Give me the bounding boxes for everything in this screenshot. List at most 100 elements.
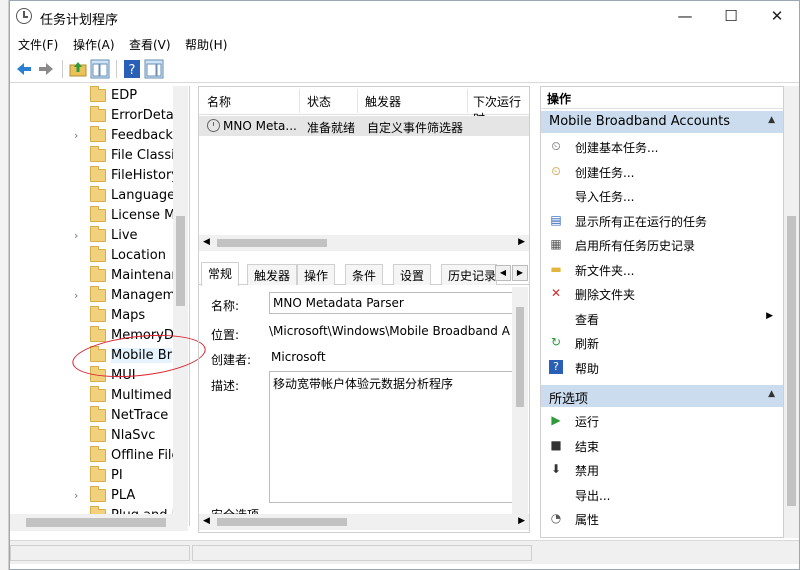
tree-item[interactable]: NetTrace bbox=[10, 406, 175, 426]
tree-item[interactable]: › Feedback bbox=[10, 126, 175, 146]
detail-tabs: 常规 触发器 操作 条件 设置 历史记录 ◀ ▶ bbox=[199, 262, 529, 286]
status-bar bbox=[10, 540, 799, 564]
tree-item[interactable]: FileHistory bbox=[10, 166, 175, 186]
action-item[interactable]: ⏲ 创建基本任务... bbox=[541, 135, 783, 159]
expand-chevron-icon[interactable]: › bbox=[74, 489, 78, 502]
action-item[interactable]: ↻ 刷新 bbox=[541, 331, 783, 355]
folder-icon bbox=[90, 466, 106, 482]
help-icon[interactable]: ? bbox=[122, 59, 142, 79]
forward-arrow-icon[interactable] bbox=[36, 59, 56, 79]
column-divider[interactable] bbox=[467, 89, 468, 113]
menu-action[interactable]: 操作(A) bbox=[73, 36, 115, 53]
tab-triggers[interactable]: 触发器 bbox=[247, 264, 298, 285]
action-item[interactable]: ■ 结束 bbox=[541, 434, 783, 458]
action-item[interactable]: ▤ 显示所有正在运行的任务 bbox=[541, 209, 783, 233]
close-icon[interactable]: ✕ bbox=[754, 1, 800, 31]
action-item[interactable]: 查看 ▶ bbox=[541, 307, 783, 331]
tab-general[interactable]: 常规 bbox=[201, 262, 240, 286]
section-title: Mobile Broadband Accounts bbox=[549, 114, 731, 129]
action-item[interactable]: ⏲ 创建任务... bbox=[541, 160, 783, 184]
action-item[interactable]: ▶ 运行 bbox=[541, 409, 783, 433]
expand-chevron-icon[interactable]: › bbox=[74, 129, 78, 142]
expand-chevron-icon[interactable]: › bbox=[74, 289, 78, 302]
tab-conditions[interactable]: 条件 bbox=[345, 264, 384, 285]
scroll-thumb[interactable] bbox=[176, 216, 185, 306]
detail-vertical-scrollbar[interactable] bbox=[512, 287, 528, 517]
help-icon: ? bbox=[549, 359, 563, 374]
scroll-right-icon[interactable]: ▶ bbox=[518, 516, 525, 526]
action-item[interactable]: ✕ 删除文件夹 bbox=[541, 282, 783, 306]
action-item[interactable]: 导入任务... bbox=[541, 184, 783, 208]
action-item[interactable]: ⬇ 禁用 bbox=[541, 458, 783, 482]
tree-item[interactable]: Language( bbox=[10, 186, 175, 206]
tree-item[interactable]: File Classif bbox=[10, 146, 175, 166]
tree-item[interactable]: › PLA bbox=[10, 486, 175, 506]
collapse-icon[interactable]: ▲ bbox=[768, 115, 775, 125]
tab-history[interactable]: 历史记录 bbox=[441, 264, 497, 285]
column-status[interactable]: 状态 bbox=[307, 93, 331, 110]
back-arrow-icon[interactable] bbox=[14, 59, 34, 79]
tree-item[interactable]: NlaSvc bbox=[10, 426, 175, 446]
description-field[interactable]: 移动宽带帐户体验元数据分析程序 bbox=[269, 371, 513, 503]
tree-item[interactable]: EDP bbox=[10, 86, 175, 106]
tree-item[interactable]: License Ma bbox=[10, 206, 175, 226]
show-hide-action-icon[interactable] bbox=[144, 59, 164, 79]
action-item-label: 禁用 bbox=[575, 464, 600, 478]
tab-scroll-left-icon[interactable]: ◀ bbox=[495, 265, 511, 281]
scroll-right-icon[interactable]: ▶ bbox=[518, 237, 525, 247]
scroll-left-icon[interactable]: ◀ bbox=[203, 516, 210, 526]
scroll-thumb[interactable] bbox=[516, 307, 524, 407]
tree-item[interactable]: Offline File bbox=[10, 446, 175, 466]
minimize-icon[interactable]: — bbox=[662, 1, 708, 31]
action-item[interactable]: ✕ 删除 bbox=[541, 532, 783, 538]
menu-view[interactable]: 查看(V) bbox=[129, 36, 171, 53]
action-item[interactable]: ▬ 新文件夹... bbox=[541, 258, 783, 282]
tab-scroll-right-icon[interactable]: ▶ bbox=[512, 265, 528, 281]
tab-settings[interactable]: 设置 bbox=[393, 264, 432, 285]
scroll-thumb[interactable] bbox=[217, 518, 347, 526]
action-item[interactable]: 导出... bbox=[541, 483, 783, 507]
action-item[interactable]: ? 帮助 bbox=[541, 356, 783, 380]
section-mobile-broadband[interactable]: Mobile Broadband Accounts ▲ bbox=[541, 111, 783, 133]
detail-horizontal-scrollbar[interactable]: ◀ ▶ bbox=[199, 514, 529, 530]
show-hide-tree-icon[interactable] bbox=[90, 59, 110, 79]
tree-horizontal-scrollbar[interactable] bbox=[10, 514, 188, 531]
tree-item[interactable]: ErrorDetai bbox=[10, 106, 175, 126]
column-trigger[interactable]: 触发器 bbox=[365, 93, 401, 110]
tree-item-label: Multimedia bbox=[111, 388, 175, 403]
menu-help[interactable]: 帮助(H) bbox=[185, 36, 227, 53]
tree-item-label: File Classif bbox=[111, 148, 175, 163]
up-folder-icon[interactable] bbox=[68, 59, 88, 79]
action-item[interactable]: ▦ 启用所有任务历史记录 bbox=[541, 233, 783, 257]
column-name[interactable]: 名称 bbox=[207, 93, 231, 110]
tab-actions[interactable]: 操作 bbox=[297, 264, 336, 285]
name-field[interactable]: MNO Metadata Parser bbox=[269, 292, 513, 314]
folder-icon bbox=[90, 186, 106, 202]
tree-vertical-scrollbar[interactable] bbox=[173, 86, 188, 526]
actions-vertical-scrollbar[interactable] bbox=[784, 86, 799, 538]
scroll-thumb[interactable] bbox=[217, 239, 327, 247]
section-selected-item[interactable]: 所选项 ▲ bbox=[541, 385, 783, 407]
tree-item[interactable]: › Managem bbox=[10, 286, 175, 306]
tree-item[interactable]: › Live bbox=[10, 226, 175, 246]
tree-item[interactable]: PI bbox=[10, 466, 175, 486]
menu-file[interactable]: 文件(F) bbox=[18, 36, 58, 53]
table-row[interactable]: MNO Meta... 准备就绪 自定义事件筛选器 bbox=[199, 116, 529, 136]
scroll-left-icon[interactable]: ◀ bbox=[203, 237, 210, 247]
folder-icon bbox=[90, 406, 106, 422]
maximize-icon[interactable]: ☐ bbox=[708, 1, 754, 31]
scroll-thumb[interactable] bbox=[787, 216, 796, 506]
action-item[interactable]: ◔ 属性 bbox=[541, 507, 783, 531]
tree-item[interactable]: Location bbox=[10, 246, 175, 266]
scroll-thumb[interactable] bbox=[26, 518, 166, 527]
tree-item[interactable]: Maintenan bbox=[10, 266, 175, 286]
column-divider[interactable] bbox=[299, 89, 300, 113]
task-list-horizontal-scrollbar[interactable]: ◀ ▶ bbox=[199, 235, 529, 251]
tree-item[interactable]: Multimedia bbox=[10, 386, 175, 406]
collapse-icon[interactable]: ▲ bbox=[768, 389, 775, 399]
column-divider[interactable] bbox=[357, 89, 358, 113]
folder-icon bbox=[90, 286, 106, 302]
tree-item[interactable]: Maps bbox=[10, 306, 175, 326]
expand-chevron-icon[interactable]: › bbox=[74, 229, 78, 242]
delete-icon: ✕ bbox=[549, 536, 563, 538]
